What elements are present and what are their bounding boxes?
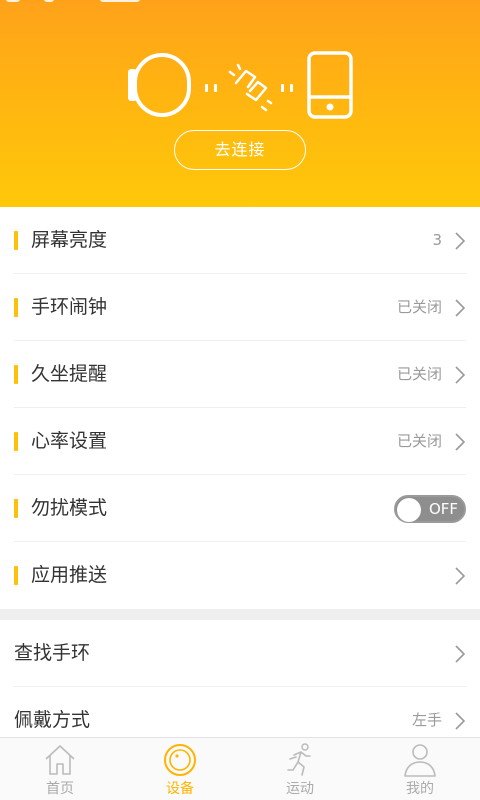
setting-value: 已关闭 (396, 365, 442, 383)
phone-icon (307, 51, 353, 119)
setting-label: 久坐提醒 (31, 363, 108, 385)
nav-label: 我的 (406, 781, 434, 797)
accent-bar (14, 432, 18, 451)
setting-label: 屏幕亮度 (31, 229, 108, 251)
home-icon (45, 745, 75, 775)
setting-row-sedentary-reminder[interactable]: 久坐提醒 已关闭 (14, 341, 466, 408)
accent-bar (14, 231, 18, 250)
nav-item-profile[interactable]: 我的 (360, 738, 480, 800)
nav-item-home[interactable]: 首页 (0, 738, 120, 800)
chevron-right-icon (455, 299, 466, 317)
nav-label: 首页 (46, 781, 74, 797)
accent-bar (14, 566, 18, 585)
setting-row-do-not-disturb: 勿扰模式 OFF (14, 475, 466, 542)
connect-button[interactable]: 去连接 (174, 130, 306, 170)
nav-label: 运动 (286, 781, 314, 797)
nav-item-device[interactable]: 设备 (120, 738, 240, 800)
chevron-right-icon (455, 366, 466, 384)
device-icon (164, 744, 196, 776)
setting-row-heart-rate[interactable]: 心率设置 已关闭 (14, 408, 466, 475)
right-dashes (281, 84, 293, 92)
setting-label: 手环闹钟 (31, 296, 108, 318)
chevron-right-icon (455, 645, 466, 663)
settings-list: 屏幕亮度 3 手环闹钟 已关闭 久坐提醒 已关闭 心率设置 已关闭 勿扰模式 O… (0, 207, 480, 609)
device-header: 去连接 (0, 0, 480, 207)
running-icon (287, 743, 311, 776)
toggle-state-text: OFF (428, 500, 458, 518)
accent-bar (14, 298, 18, 317)
broken-link-icon (228, 63, 273, 112)
setting-row-app-notifications[interactable]: 应用推送 (14, 542, 466, 609)
setting-row-find-band[interactable]: 查找手环 (14, 620, 466, 687)
profile-icon (404, 744, 436, 777)
bottom-nav: 首页 设备 运动 我的 (0, 737, 480, 800)
nav-label: 设备 (166, 781, 194, 797)
chevron-right-icon (455, 232, 466, 250)
nav-item-sport[interactable]: 运动 (240, 738, 360, 800)
toggle-knob (397, 498, 421, 522)
accent-bar (14, 365, 18, 384)
setting-label: 应用推送 (31, 564, 108, 586)
left-dashes (205, 84, 217, 92)
setting-label: 心率设置 (31, 430, 108, 452)
setting-row-alarm[interactable]: 手环闹钟 已关闭 (14, 274, 466, 341)
setting-value: 已关闭 (396, 432, 442, 450)
accent-bar (14, 499, 18, 518)
setting-label: 查找手环 (14, 642, 91, 664)
band-phone-connection-illustration (128, 51, 353, 119)
section-divider (0, 609, 480, 620)
setting-value: 3 (432, 231, 442, 249)
extra-settings-list: 查找手环 佩戴方式 左手 (0, 620, 480, 754)
status-bar-remnant (0, 0, 480, 4)
chevron-right-icon (455, 712, 466, 730)
setting-row-brightness[interactable]: 屏幕亮度 3 (14, 207, 466, 274)
chevron-right-icon (455, 567, 466, 585)
do-not-disturb-toggle[interactable]: OFF (394, 495, 466, 523)
setting-label: 勿扰模式 (31, 497, 108, 519)
chevron-right-icon (455, 433, 466, 451)
band-icon (128, 53, 191, 117)
setting-value: 已关闭 (396, 298, 442, 316)
